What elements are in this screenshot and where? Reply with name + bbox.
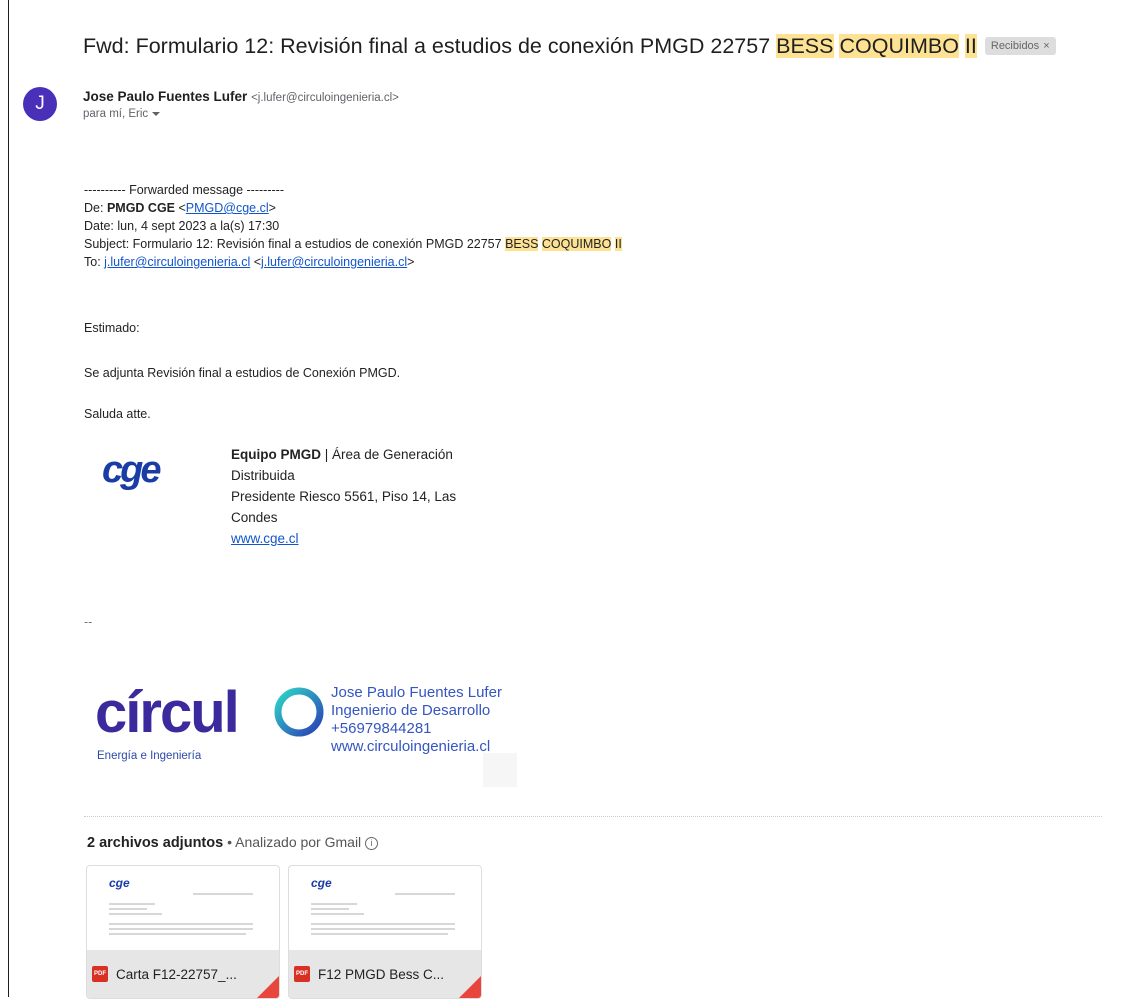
sender-avatar[interactable]: J xyxy=(23,87,57,121)
attachment-name: F12 PMGD Bess C... xyxy=(318,966,445,982)
pdf-corner-icon xyxy=(459,976,481,998)
attachment-card[interactable]: cge PDF F12 PMGD Bess C... xyxy=(288,865,482,999)
attachments-count: 2 archivos adjuntos xyxy=(87,835,224,851)
forwarded-to: To: j.lufer@circuloingenieria.cl <j.lufe… xyxy=(84,255,415,269)
sender-email: <j.lufer@circuloingenieria.cl> xyxy=(251,92,399,104)
image-overlay-button[interactable] xyxy=(483,753,517,787)
pdf-icon: PDF xyxy=(294,966,310,982)
circulo-logo: círcul xyxy=(95,680,324,745)
sig-area-2: Distribuida xyxy=(231,468,295,483)
from-email-link[interactable]: PMGD@cge.cl xyxy=(186,201,269,215)
to-email-link-2[interactable]: j.lufer@circuloingenieria.cl xyxy=(261,255,407,269)
label-remove-icon[interactable]: × xyxy=(1043,40,1049,52)
chevron-down-icon[interactable] xyxy=(152,111,161,116)
forwarded-date: Date: lun, 4 sept 2023 a la(s) 17:30 xyxy=(84,219,280,233)
label-chip-inbox[interactable]: Recibidos × xyxy=(984,37,1056,55)
pdf-corner-icon xyxy=(257,976,279,998)
cge-website-link[interactable]: www.cge.cl xyxy=(231,531,299,546)
window-left-border xyxy=(8,0,9,997)
attachment-footer: PDF F12 PMGD Bess C... xyxy=(289,950,481,998)
svg-text:cge: cge xyxy=(102,450,161,490)
sig-address: Presidente Riesco 5561, Piso 14, Las xyxy=(231,489,457,504)
scan-label: Analizado por Gmail xyxy=(235,834,362,850)
info-icon[interactable]: i xyxy=(365,836,379,850)
thumb-logo: cge xyxy=(311,876,332,890)
cge-logo: cge xyxy=(102,450,164,490)
sender-line: Jose Paulo Fuentes Lufer <j.lufer@circul… xyxy=(83,89,399,104)
forwarded-subject: Subject: Formulario 12: Revisión final a… xyxy=(84,237,622,251)
attachment-preview: cge xyxy=(87,866,279,948)
circulo-tagline: Energía e Ingeniería xyxy=(97,750,202,762)
email-subject: Fwd: Formulario 12: Revisión final a est… xyxy=(83,33,977,58)
sig-team: Equipo PMGD xyxy=(231,447,321,462)
cge-signature: Equipo PMGD | Área de Generación Distrib… xyxy=(231,444,456,549)
sig-role: Ingenierio de Desarrollo xyxy=(331,702,491,719)
attachment-card[interactable]: cge PDF Carta F12-22757_... xyxy=(86,865,280,999)
sig-phone: +56979844281 xyxy=(331,720,432,737)
sig-area: | Área de Generación xyxy=(321,447,453,462)
sender-name[interactable]: Jose Paulo Fuentes Lufer xyxy=(83,89,247,104)
thumb-logo: cge xyxy=(109,876,130,890)
forwarded-separator: ---------- Forwarded message --------- xyxy=(84,183,284,197)
recipients-text: para mí, Eric xyxy=(83,108,149,120)
message-body: Se adjunta Revisión final a estudios de … xyxy=(84,366,401,380)
attachments-header: 2 archivos adjuntos • Analizado por Gmai… xyxy=(87,834,379,851)
to-email-link[interactable]: j.lufer@circuloingenieria.cl xyxy=(104,255,250,269)
greeting: Estimado: xyxy=(84,321,140,335)
attachment-name: Carta F12-22757_... xyxy=(116,966,237,982)
signature-dashes: -- xyxy=(84,615,93,629)
recipients-line[interactable]: para mí, Eric xyxy=(83,108,161,120)
svg-text:círcul: círcul xyxy=(95,680,238,745)
attachment-footer: PDF Carta F12-22757_... xyxy=(87,950,279,998)
personal-signature: Jose Paulo Fuentes Lufer Ingenierio de D… xyxy=(331,684,502,756)
attachments-divider xyxy=(84,816,1102,817)
pdf-icon: PDF xyxy=(92,966,108,982)
email-subject-row: Fwd: Formulario 12: Revisión final a est… xyxy=(83,28,1122,64)
forwarded-from: De: PMGD CGE <PMGD@cge.cl> xyxy=(84,201,276,215)
sig-address-2: Condes xyxy=(231,510,278,525)
sig-name: Jose Paulo Fuentes Lufer xyxy=(331,684,502,701)
closing: Saluda atte. xyxy=(84,407,151,421)
sig-website: www.circuloingenieria.cl xyxy=(331,738,491,755)
attachment-preview: cge xyxy=(289,866,481,948)
